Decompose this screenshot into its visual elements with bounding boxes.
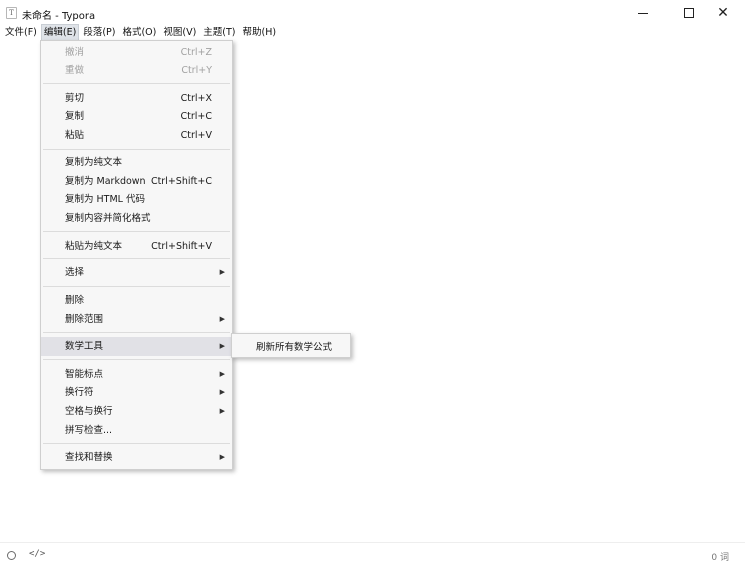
menu-item-copy[interactable]: 复制 Ctrl+C <box>41 107 232 126</box>
status-bar: </> 0 词 <box>0 542 745 567</box>
menu-item-label: 剪切 <box>65 93 85 104</box>
maximize-icon <box>684 8 694 18</box>
menu-separator <box>43 332 230 333</box>
menu-item-label: 撤消 <box>65 47 85 58</box>
menu-paragraph[interactable]: 段落(P) <box>81 25 117 41</box>
typora-app-icon: T <box>6 7 17 19</box>
close-button[interactable]: ✕ <box>700 0 745 26</box>
menu-item-label: 拼写检查... <box>65 425 113 436</box>
menu-item-shortcut: Ctrl+Z <box>180 47 212 58</box>
menu-format[interactable]: 格式(O) <box>120 25 158 41</box>
menu-item-label: 删除 <box>65 295 85 306</box>
menu-item-shortcut: Ctrl+Y <box>181 65 212 76</box>
menu-item-math-tools[interactable]: 数学工具 ▶ <box>41 337 232 356</box>
submenu-arrow-icon: ▶ <box>219 407 225 415</box>
edit-menu-dropdown: 撤消 Ctrl+Z 重做 Ctrl+Y 剪切 Ctrl+X 复制 Ctrl+C … <box>40 40 233 470</box>
menu-item-label: 复制为 HTML 代码 <box>65 194 145 205</box>
menu-edit[interactable]: 编辑(E) <box>40 23 80 42</box>
menu-item-delete-range[interactable]: 删除范围 ▶ <box>41 310 232 329</box>
title-bar: T 未命名 - Typora ✕ <box>0 0 745 26</box>
menu-item-label: 重做 <box>65 65 85 76</box>
menu-separator <box>43 286 230 287</box>
menu-item-label: 删除范围 <box>65 314 104 325</box>
menu-item-label: 数学工具 <box>65 341 104 352</box>
menu-item-redo[interactable]: 重做 Ctrl+Y <box>41 61 232 80</box>
submenu-arrow-icon: ▶ <box>219 342 225 350</box>
menu-item-paste[interactable]: 粘贴 Ctrl+V <box>41 126 232 145</box>
menu-item-smart-punctuation[interactable]: 智能标点 ▶ <box>41 365 232 384</box>
menu-item-spell-check[interactable]: 拼写检查... <box>41 421 232 440</box>
word-count[interactable]: 0 词 <box>711 550 729 563</box>
menu-item-label: 粘贴为纯文本 <box>65 241 123 252</box>
menu-item-shortcut: Ctrl+Shift+V <box>151 241 212 252</box>
menu-item-undo[interactable]: 撤消 Ctrl+Z <box>41 43 232 62</box>
menu-separator <box>43 258 230 259</box>
window-title: 未命名 - Typora <box>22 11 96 22</box>
menu-item-copy-markdown[interactable]: 复制为 Markdown Ctrl+Shift+C <box>41 172 232 191</box>
menu-item-refresh-math[interactable]: 刷新所有数学公式 <box>256 339 332 353</box>
menu-item-line-endings[interactable]: 换行符 ▶ <box>41 383 232 402</box>
menu-item-label: 复制为纯文本 <box>65 157 123 168</box>
menu-item-copy-simplified[interactable]: 复制内容并简化格式 <box>41 209 232 228</box>
menu-file[interactable]: 文件(F) <box>3 25 39 41</box>
menu-item-label: 智能标点 <box>65 369 104 380</box>
submenu-arrow-icon: ▶ <box>219 315 225 323</box>
menu-item-label: 空格与换行 <box>65 406 113 417</box>
menu-item-label: 换行符 <box>65 387 94 398</box>
menu-item-label: 复制 <box>65 111 85 122</box>
menu-item-paste-plain-text[interactable]: 粘贴为纯文本 Ctrl+Shift+V <box>41 237 232 256</box>
menu-item-whitespace[interactable]: 空格与换行 ▶ <box>41 402 232 421</box>
menu-item-label: 粘贴 <box>65 130 85 141</box>
submenu-arrow-icon: ▶ <box>219 388 225 396</box>
menu-separator <box>43 359 230 360</box>
menu-item-shortcut: Ctrl+V <box>180 130 212 141</box>
submenu-arrow-icon: ▶ <box>219 453 225 461</box>
menu-item-copy-plain-text[interactable]: 复制为纯文本 <box>41 153 232 172</box>
menu-separator <box>43 83 230 84</box>
menu-item-cut[interactable]: 剪切 Ctrl+X <box>41 89 232 108</box>
menu-item-label: 选择 <box>65 267 85 278</box>
menu-theme[interactable]: 主题(T) <box>201 25 237 41</box>
menu-separator <box>43 231 230 232</box>
menu-item-shortcut: Ctrl+Shift+C <box>150 176 212 187</box>
menu-item-label: 复制为 Markdown <box>65 176 146 187</box>
menu-item-select[interactable]: 选择 ▶ <box>41 263 232 282</box>
menu-item-shortcut: Ctrl+C <box>180 111 213 122</box>
menu-help[interactable]: 帮助(H) <box>241 25 279 41</box>
menu-separator <box>43 149 230 150</box>
menu-bar: 文件(F) 编辑(E) 段落(P) 格式(O) 视图(V) 主题(T) 帮助(H… <box>0 23 745 42</box>
menu-view[interactable]: 视图(V) <box>161 25 198 41</box>
close-icon: ✕ <box>717 5 729 21</box>
submenu-arrow-icon: ▶ <box>219 370 225 378</box>
menu-item-label: 复制内容并简化格式 <box>65 213 151 224</box>
math-tools-submenu: 刷新所有数学公式 <box>231 333 351 358</box>
menu-item-delete[interactable]: 删除 <box>41 291 232 310</box>
menu-item-copy-html[interactable]: 复制为 HTML 代码 <box>41 190 232 209</box>
menu-item-label: 查找和替换 <box>65 452 113 463</box>
minimize-icon <box>638 12 648 14</box>
menu-separator <box>43 443 230 444</box>
minimize-button[interactable] <box>620 0 666 26</box>
menu-item-shortcut: Ctrl+X <box>180 93 212 104</box>
source-code-mode-icon[interactable]: </> <box>29 549 45 559</box>
sidebar-toggle-icon[interactable] <box>7 551 16 560</box>
menu-item-find-replace[interactable]: 查找和替换 ▶ <box>41 448 232 467</box>
submenu-arrow-icon: ▶ <box>219 268 225 276</box>
